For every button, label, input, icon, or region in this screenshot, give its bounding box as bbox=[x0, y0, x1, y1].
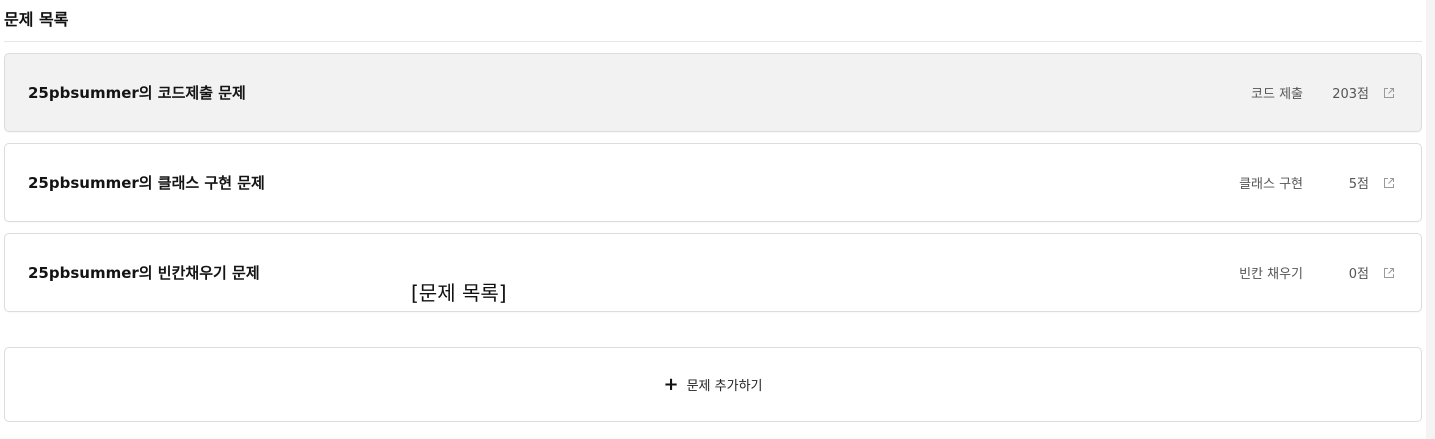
scrollbar[interactable] bbox=[1426, 0, 1435, 439]
figure-caption: [문제 목록] bbox=[411, 281, 507, 305]
external-link-icon[interactable] bbox=[1383, 87, 1395, 99]
problem-type: 코드 제출 bbox=[1251, 87, 1303, 102]
problem-card[interactable]: 25pbsummer의 코드제출 문제 코드 제출 203점 bbox=[4, 53, 1422, 132]
problem-score: 5점 bbox=[1348, 177, 1369, 192]
external-link-icon[interactable] bbox=[1383, 267, 1395, 279]
problem-type: 빈칸 채우기 bbox=[1239, 267, 1303, 282]
problem-score: 203점 bbox=[1332, 87, 1369, 102]
plus-icon: + bbox=[663, 373, 679, 395]
problem-card[interactable]: 25pbsummer의 클래스 구현 문제 클래스 구현 5점 bbox=[4, 143, 1422, 222]
divider bbox=[4, 41, 1422, 42]
problem-title: 25pbsummer의 클래스 구현 문제 bbox=[28, 174, 265, 192]
external-link-icon[interactable] bbox=[1383, 177, 1395, 189]
problem-title: 25pbsummer의 빈칸채우기 문제 bbox=[28, 264, 260, 282]
problem-list: 25pbsummer의 코드제출 문제 코드 제출 203점 25pbsumme… bbox=[4, 53, 1422, 323]
problem-score: 0점 bbox=[1348, 267, 1369, 282]
add-problem-button[interactable]: + 문제 추가하기 bbox=[4, 347, 1422, 422]
problem-type: 클래스 구현 bbox=[1239, 177, 1303, 192]
problem-title: 25pbsummer의 코드제출 문제 bbox=[28, 84, 246, 102]
problem-card[interactable]: 25pbsummer의 빈칸채우기 문제 빈칸 채우기 0점 bbox=[4, 233, 1422, 312]
section-title: 문제 목록 bbox=[4, 10, 69, 29]
add-problem-label: 문제 추가하기 bbox=[686, 379, 763, 394]
problem-list-section: 문제 목록 25pbsummer의 코드제출 문제 코드 제출 203점 25p… bbox=[0, 0, 1422, 439]
